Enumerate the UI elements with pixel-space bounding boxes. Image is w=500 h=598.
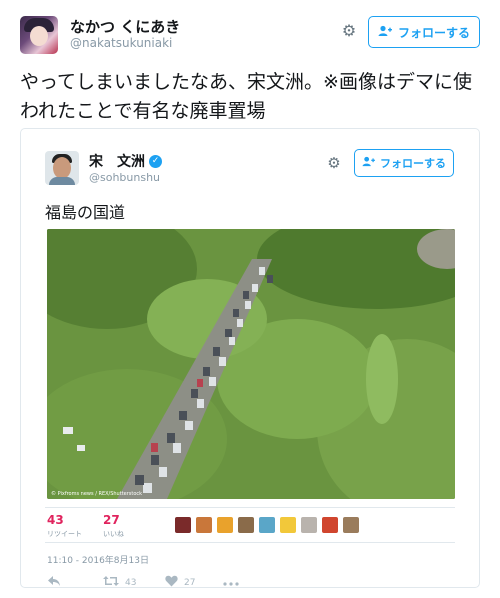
- aerial-photo[interactable]: © Pixfroms news / REX/Shutterstock: [47, 229, 455, 499]
- avatar-face: [30, 26, 48, 46]
- gear-icon[interactable]: ⚙: [326, 155, 342, 171]
- more-dots-icon: [223, 575, 239, 589]
- liker-avatar[interactable]: [217, 517, 233, 533]
- liker-avatar[interactable]: [301, 517, 317, 533]
- person-plus-icon: [378, 25, 392, 40]
- retweet-count: 43: [125, 577, 137, 588]
- tweet-actions: 43 27: [47, 575, 347, 591]
- quoted-follow-label: フォローする: [380, 157, 446, 170]
- verified-badge-icon: ✓: [149, 154, 162, 168]
- quoted-tweet-text: 福島の国道: [45, 203, 126, 222]
- liker-avatar[interactable]: [343, 517, 359, 533]
- avatar[interactable]: [20, 16, 58, 54]
- quoted-avatar-shirt: [49, 177, 75, 185]
- likes-count: 27: [103, 513, 120, 527]
- retweets-label: リツイート: [47, 530, 82, 538]
- gear-icon[interactable]: ⚙: [340, 22, 358, 40]
- photo-credit: © Pixfroms news / REX/Shutterstock: [51, 490, 142, 497]
- follow-button[interactable]: フォローする: [368, 16, 480, 48]
- person-plus-icon: [362, 156, 375, 170]
- likes-label: いいね: [103, 530, 124, 538]
- author-name[interactable]: なかつ くにあき: [70, 16, 180, 37]
- liker-avatar[interactable]: [259, 517, 275, 533]
- likes-stat[interactable]: 27 いいね: [103, 513, 124, 539]
- retweet-button[interactable]: 43: [103, 575, 136, 590]
- quoted-author-name: 宋 文洲: [89, 154, 145, 170]
- liker-avatar[interactable]: [196, 517, 212, 533]
- tweet-timestamp[interactable]: 11:10 - 2016年8月13日: [47, 553, 149, 566]
- liker-avatar[interactable]: [322, 517, 338, 533]
- quoted-avatar[interactable]: [45, 151, 79, 185]
- tweet: なかつ くにあき @nakatsukuniaki ⚙ フォローする やってしまい…: [0, 0, 500, 598]
- retweets-stat[interactable]: 43 リツイート: [47, 513, 82, 539]
- follow-label: フォローする: [397, 25, 470, 40]
- reply-icon: [47, 575, 61, 590]
- quoted-author-name-row[interactable]: 宋 文洲 ✓: [89, 151, 162, 171]
- quoted-follow-button[interactable]: フォローする: [354, 149, 454, 177]
- author-handle[interactable]: @nakatsukuniaki: [70, 36, 172, 50]
- retweet-icon: [103, 575, 119, 590]
- reply-button[interactable]: [47, 575, 61, 590]
- like-button[interactable]: 27: [165, 575, 195, 590]
- retweets-count: 43: [47, 513, 64, 527]
- like-count: 27: [184, 577, 196, 588]
- quoted-tweet[interactable]: 宋 文洲 ✓ @sohbunshu ⚙ フォローする 福島の国道 © Pixfr…: [20, 128, 480, 588]
- liker-avatar[interactable]: [175, 517, 191, 533]
- tweet-text: やってしまいましたなあ、宋文洲。※画像はデマに使われたことで有名な廃車置場: [20, 71, 472, 122]
- more-button[interactable]: [223, 575, 239, 589]
- liker-avatar[interactable]: [280, 517, 296, 533]
- quoted-author-handle[interactable]: @sohbunshu: [89, 171, 160, 184]
- engagement-stats: 43 リツイート 27 いいね: [45, 507, 455, 543]
- heart-icon: [165, 575, 178, 590]
- quoted-avatar-face: [53, 157, 71, 179]
- tweet-header: なかつ くにあき @nakatsukuniaki ⚙ フォローする: [20, 14, 480, 58]
- liker-avatar[interactable]: [238, 517, 254, 533]
- liker-avatars: [175, 517, 359, 533]
- aerial-photo-image: © Pixfroms news / REX/Shutterstock: [47, 229, 455, 499]
